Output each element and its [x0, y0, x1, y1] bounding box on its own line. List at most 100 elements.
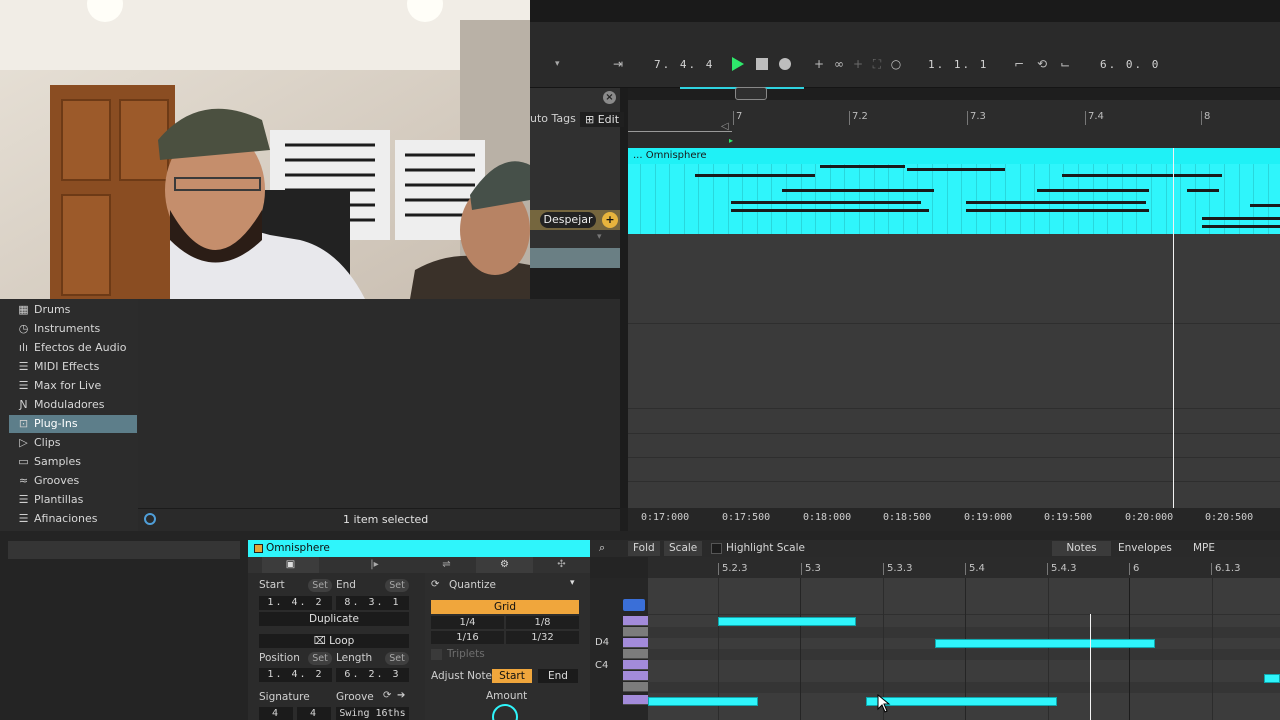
- close-icon[interactable]: ×: [603, 91, 616, 104]
- signature-denominator[interactable]: 4: [297, 707, 331, 720]
- length-field[interactable]: 6. 2. 3: [336, 668, 409, 682]
- groove-hotswap-icon[interactable]: ⟳: [383, 690, 391, 701]
- search-icon[interactable]: ⌕: [599, 541, 605, 555]
- clip-note: [731, 209, 929, 212]
- tag-row-selected[interactable]: [530, 248, 620, 268]
- tab-launch-icon[interactable]: |▸: [346, 557, 403, 573]
- midi-note[interactable]: [866, 697, 1057, 706]
- grid-button[interactable]: Grid: [431, 600, 579, 614]
- device-drop-area[interactable]: [8, 541, 240, 559]
- sidebar-item-instruments[interactable]: ◷ Instruments: [9, 320, 137, 338]
- punch-in-icon[interactable]: ⌐: [1012, 57, 1026, 71]
- tab-envelope-icon[interactable]: ⇌: [418, 557, 475, 573]
- clip-color-swatch[interactable]: [254, 544, 263, 553]
- edit-tags-button[interactable]: ⊞ Edit: [580, 112, 625, 127]
- chevron-down-icon[interactable]: ▾: [570, 578, 575, 588]
- sidebar-item-grooves[interactable]: ≈ Grooves: [9, 472, 137, 490]
- piano-key[interactable]: [623, 660, 648, 670]
- sidebar-item-max-for-live[interactable]: ☰ Max for Live: [9, 377, 137, 395]
- tab-notes-icon[interactable]: ⚙: [476, 557, 533, 573]
- loop-button[interactable]: ⌧ Loop: [259, 634, 409, 648]
- loop-start[interactable]: 1. 1. 1: [928, 58, 988, 71]
- session-record-icon[interactable]: ⛶: [870, 57, 884, 71]
- piano-key[interactable]: [623, 682, 648, 692]
- loop-switch-icon[interactable]: ○: [889, 57, 903, 71]
- set-position-button[interactable]: Set: [308, 652, 332, 665]
- add-tag-button[interactable]: +: [602, 212, 618, 228]
- sidebar-item-drums[interactable]: ▦ Drums: [9, 301, 137, 319]
- loop-icon[interactable]: ⟲: [1035, 57, 1049, 71]
- loop-brace[interactable]: [628, 122, 732, 132]
- edit-icon: ⊞: [585, 113, 598, 126]
- groove-select[interactable]: Swing 16ths ▾: [336, 707, 409, 720]
- piano-key[interactable]: [623, 695, 648, 705]
- midi-note[interactable]: [718, 617, 856, 626]
- end-field[interactable]: 8. 3. 1: [336, 596, 409, 610]
- chevron-down-icon[interactable]: ▾: [597, 232, 602, 242]
- scale-button[interactable]: Scale: [664, 541, 703, 556]
- sidebar-item-efectos-de-audio[interactable]: ılı Efectos de Audio: [9, 339, 137, 357]
- splitter[interactable]: [620, 88, 628, 508]
- quantize-label[interactable]: Quantize: [449, 579, 496, 591]
- capture-icon[interactable]: +: [851, 57, 865, 71]
- clip-header[interactable]: [628, 148, 1280, 164]
- ruler-label: 7: [736, 111, 743, 122]
- sidebar-item-moduladores[interactable]: Ɲ Moduladores: [9, 396, 137, 414]
- start-field[interactable]: 1. 4. 2: [259, 596, 332, 610]
- sidebar-item-plug-ins[interactable]: ⊡ Plug-Ins: [9, 415, 137, 433]
- arrangement-position[interactable]: 7. 4. 4: [654, 58, 714, 71]
- fold-button[interactable]: Fold: [628, 541, 660, 556]
- fold-toggle-icon[interactable]: [623, 599, 645, 611]
- sidebar-item-label: Plug-Ins: [34, 417, 78, 430]
- midi-note[interactable]: [935, 639, 1155, 648]
- tab-transform-icon[interactable]: ✣: [533, 557, 590, 573]
- record-button[interactable]: [779, 58, 791, 70]
- overdub-icon[interactable]: +: [812, 57, 826, 71]
- quantize-1-8[interactable]: 1/8: [506, 616, 579, 629]
- groove-commit-icon[interactable]: ➔: [397, 690, 405, 701]
- sidebar-item-samples[interactable]: ▭ Samples: [9, 453, 137, 471]
- signature-numerator[interactable]: 4: [259, 707, 293, 720]
- tab-mpe[interactable]: MPE: [1188, 541, 1220, 556]
- duplicate-button[interactable]: Duplicate: [259, 612, 409, 626]
- adjust-end-button[interactable]: End: [538, 669, 578, 683]
- quantize-1-32[interactable]: 1/32: [506, 631, 579, 644]
- set-length-button[interactable]: Set: [385, 652, 409, 665]
- piano-key[interactable]: [623, 627, 648, 637]
- sidebar-item-label: Afinaciones: [34, 512, 98, 525]
- piano-key[interactable]: [623, 649, 648, 659]
- loop-length[interactable]: 6. 0. 0: [1100, 58, 1160, 71]
- clip-title[interactable]: Omnisphere: [266, 542, 330, 554]
- piano-key[interactable]: [623, 638, 648, 648]
- sidebar-item-plantillas[interactable]: ☰ Plantillas: [9, 491, 137, 509]
- triplets-checkbox[interactable]: [431, 649, 442, 660]
- clear-button[interactable]: Despejar: [540, 212, 596, 228]
- sidebar-item-clips[interactable]: ▷ Clips: [9, 434, 137, 452]
- play-button[interactable]: [732, 57, 744, 71]
- set-start-button[interactable]: Set: [308, 579, 332, 592]
- tab-clip-icon[interactable]: ▣: [262, 557, 319, 573]
- sidebar-item-afinaciones[interactable]: ☰ Afinaciones: [9, 510, 137, 528]
- grid-row: [648, 627, 1280, 638]
- quantize-1-16[interactable]: 1/16: [431, 631, 504, 644]
- stop-button[interactable]: [756, 58, 768, 70]
- tab-notes[interactable]: Notes: [1052, 541, 1111, 556]
- overview-handle[interactable]: [735, 87, 767, 100]
- quantize-1-4[interactable]: 1/4: [431, 616, 504, 629]
- punch-out-icon[interactable]: ⌙: [1058, 57, 1072, 71]
- midi-note[interactable]: [1264, 674, 1280, 683]
- tab-envelopes[interactable]: Envelopes: [1113, 541, 1177, 556]
- sidebar-item-midi-effects[interactable]: ☰ MIDI Effects: [9, 358, 137, 376]
- midi-note[interactable]: [648, 697, 758, 706]
- piano-key[interactable]: [623, 616, 648, 626]
- sidebar-item-label: Instruments: [34, 322, 101, 335]
- piano-key[interactable]: [623, 671, 648, 681]
- automation-arm-icon[interactable]: ∞: [832, 57, 846, 71]
- dropdown-arrow-icon[interactable]: ▾: [555, 57, 569, 71]
- follow-icon[interactable]: ⇥: [611, 57, 625, 71]
- browser-hotswap-icon[interactable]: [144, 513, 156, 525]
- position-field[interactable]: 1. 4. 2: [259, 668, 332, 682]
- set-end-button[interactable]: Set: [385, 579, 409, 592]
- adjust-start-button[interactable]: Start: [492, 669, 532, 683]
- auto-tags-label[interactable]: uto Tags: [530, 112, 576, 125]
